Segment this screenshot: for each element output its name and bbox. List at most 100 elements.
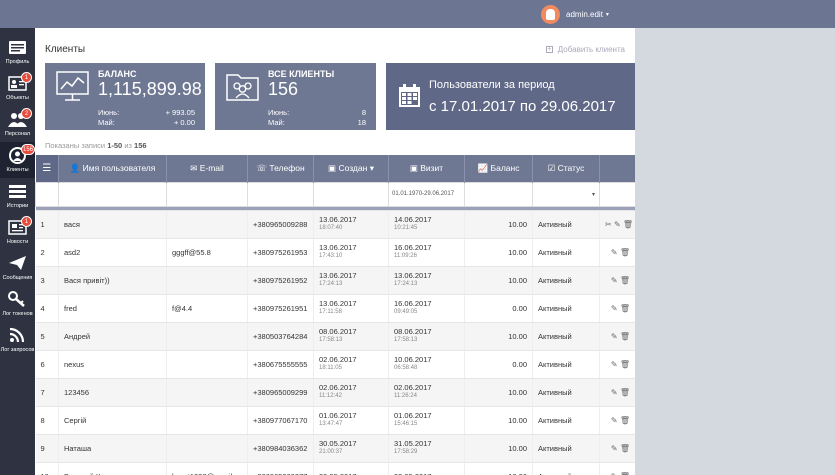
col-visit[interactable]: ▣ Визит: [388, 155, 465, 182]
sidebar-item-label[interactable]: Сообщения: [0, 275, 35, 281]
edit-icon[interactable]: ✎: [611, 248, 618, 257]
row-name[interactable]: Наташа: [58, 434, 167, 463]
table-row[interactable]: 8 Сергій +380977067170 01.06.2017 13:47:47 01…: [35, 406, 635, 435]
row-number: 5: [35, 322, 59, 351]
row-name[interactable]: Василий Кеть: [58, 462, 167, 475]
row-name[interactable]: asd2: [58, 238, 167, 267]
paperclip-icon[interactable]: ✂: [605, 220, 612, 229]
user-name[interactable]: admin.edit: [566, 10, 603, 19]
sidebar-item-label[interactable]: Объекты: [0, 95, 35, 101]
filter-user[interactable]: [58, 181, 167, 207]
table-row[interactable]: 6 nexus +380675555555 02.06.2017 18:11:05 10.…: [35, 350, 635, 379]
trash-icon[interactable]: 🗑: [620, 444, 630, 453]
sidebar-item-8[interactable]: Лог токенов: [0, 286, 35, 322]
table-row[interactable]: 3 Вася привіт)) +380975261952 13.06.2017 17:…: [35, 266, 635, 295]
table-row[interactable]: 7 123456 +380965009299 02.06.2017 11:12:42 02…: [35, 378, 635, 407]
col-status-label[interactable]: Статус: [558, 163, 585, 173]
sidebar-item-label[interactable]: Лог токенов: [0, 311, 35, 317]
edit-icon[interactable]: ✎: [611, 444, 618, 453]
col-balance[interactable]: 📈 Баланс: [464, 155, 533, 182]
chevron-down-icon[interactable]: ▾: [606, 11, 609, 18]
col-created[interactable]: ▣ Создан ▾: [313, 155, 389, 182]
trash-icon[interactable]: 🗑: [620, 388, 630, 397]
trash-icon[interactable]: 🗑: [620, 332, 630, 341]
edit-icon[interactable]: ✎: [611, 388, 618, 397]
col-email[interactable]: ✉ E-mail: [166, 155, 248, 182]
table-row[interactable]: 1 вася +380965009288 13.06.2017 18:07:40 14.0…: [35, 210, 635, 239]
trash-icon[interactable]: 🗑: [620, 360, 630, 369]
sidebar-item-label[interactable]: Истории: [0, 203, 35, 209]
sidebar-item-3[interactable]: 2 Персонал: [0, 106, 35, 142]
col-email-label[interactable]: E-mail: [200, 163, 224, 173]
sidebar-item-label[interactable]: Новости: [0, 239, 35, 245]
sidebar-item-4[interactable]: 156 Клиенты: [0, 142, 36, 178]
trash-icon[interactable]: 🗑: [620, 472, 630, 475]
period-card[interactable]: Пользователи за период с 17.01.2017 по 2…: [386, 63, 635, 130]
col-status[interactable]: ☑ Статус: [532, 155, 600, 182]
filter-email[interactable]: [166, 181, 248, 207]
add-client-label[interactable]: Добавить клиента: [558, 45, 625, 54]
list-icon[interactable]: [8, 183, 27, 199]
sidebar-item-9[interactable]: Лог запросов: [0, 322, 35, 358]
col-user-label[interactable]: Имя пользователя: [83, 163, 156, 173]
chevron-down-icon[interactable]: ▾: [592, 192, 595, 198]
col-created-label[interactable]: Создан: [338, 163, 367, 173]
sidebar-item-6[interactable]: 1 Новости: [0, 214, 35, 250]
edit-icon[interactable]: ✎: [611, 304, 618, 313]
sort-caret-icon[interactable]: ▾: [370, 163, 374, 173]
table-row[interactable]: 4 fred f@4.4 +380975261951 13.06.2017 17:11:5…: [35, 294, 635, 323]
edit-icon[interactable]: ✎: [614, 220, 621, 229]
edit-icon[interactable]: ✎: [611, 276, 618, 285]
filter-balance[interactable]: [464, 181, 533, 207]
period-range[interactable]: с 17.01.2017 по 29.06.2017: [429, 98, 616, 115]
table-row[interactable]: 9 Наташа +380984036362 30.05.2017 21:00:37 31…: [35, 434, 635, 463]
row-name[interactable]: 123456: [58, 378, 167, 407]
sidebar-item-label[interactable]: Лог запросов: [0, 347, 35, 353]
sidebar-item-label[interactable]: Профиль: [0, 59, 35, 65]
filter-visit[interactable]: 01.01.1970-29.06.2017: [388, 181, 465, 207]
row-name[interactable]: fred: [58, 294, 167, 323]
sidebar-item-label[interactable]: Персонал: [0, 131, 35, 137]
send-icon[interactable]: [8, 255, 27, 271]
menu-icon[interactable]: ☰: [42, 163, 51, 174]
filter-status[interactable]: ▾: [532, 181, 600, 207]
filter-phone[interactable]: [247, 181, 314, 207]
col-user[interactable]: 👤 Имя пользователя: [58, 155, 167, 182]
columns-menu[interactable]: ☰: [35, 155, 59, 182]
trash-icon[interactable]: 🗑: [620, 276, 630, 285]
row-name[interactable]: Андрей: [58, 322, 167, 351]
row-name[interactable]: Вася привіт)): [58, 266, 167, 295]
table-row[interactable]: 10Василий Кетьkogyt1998@gmail.c+38096500…: [35, 462, 635, 475]
table-row[interactable]: 5 Андрей +380503764284 08.06.2017 17:58:13 08…: [35, 322, 635, 351]
sidebar-item-5[interactable]: Истории: [0, 178, 35, 214]
col-balance-label[interactable]: Баланс: [491, 163, 520, 173]
edit-icon[interactable]: ✎: [611, 360, 618, 369]
sidebar-item-label[interactable]: Клиенты: [0, 167, 35, 173]
sidebar-item-2[interactable]: 1 Объекты: [0, 70, 35, 106]
edit-icon[interactable]: ✎: [611, 332, 618, 341]
user-menu[interactable]: admin.edit ▾: [541, 4, 609, 24]
row-name[interactable]: Сергій: [58, 406, 167, 435]
col-phone[interactable]: ☏ Телефон: [247, 155, 314, 182]
col-visit-label[interactable]: Визит: [420, 163, 443, 173]
trash-icon[interactable]: 🗑: [623, 220, 633, 229]
col-phone-label[interactable]: Телефон: [269, 163, 304, 173]
row-name[interactable]: nexus: [58, 350, 167, 379]
add-client-button[interactable]: + Добавить клиента: [545, 45, 625, 54]
records-mid: из: [122, 141, 135, 150]
sidebar-item-7[interactable]: Сообщения: [0, 250, 35, 286]
profile-card-icon[interactable]: [8, 39, 27, 55]
trash-icon[interactable]: 🗑: [620, 416, 630, 425]
key-icon[interactable]: [8, 291, 27, 307]
plus-square-icon[interactable]: +: [545, 46, 553, 53]
filter-created[interactable]: [313, 181, 389, 207]
sidebar-item-1[interactable]: Профиль: [0, 34, 35, 70]
rss-icon[interactable]: [8, 327, 27, 343]
trash-icon[interactable]: 🗑: [620, 304, 630, 313]
table-row[interactable]: 2 asd2 gggff@55.8 +380975261953 13.06.2017 17…: [35, 238, 635, 267]
trash-icon[interactable]: 🗑: [620, 248, 630, 257]
edit-icon[interactable]: ✎: [611, 472, 618, 475]
row-name[interactable]: вася: [58, 210, 167, 239]
edit-icon[interactable]: ✎: [611, 416, 618, 425]
avatar[interactable]: [541, 4, 560, 24]
